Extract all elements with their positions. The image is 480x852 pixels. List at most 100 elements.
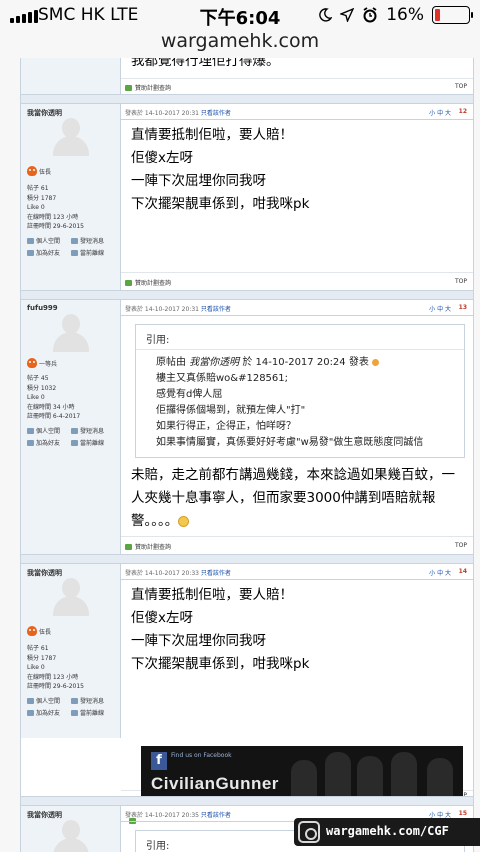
quote-body: 原帖由 我當你透明 於 14-10-2017 20:24 發表 樓主又真係賠wo… [156,355,458,451]
sponsor-link[interactable]: 贊助計劃查詢 [135,542,171,551]
floor-number[interactable]: 13 [459,304,467,311]
offline-status: 當前離線 [71,708,115,717]
envelope-icon [71,237,78,244]
post-line: 下次擺架靚車係到，咁我咪pk [131,196,310,212]
post-12: 我當你透明 伍長 帖子 61 積分 1787 Like 0 在線時間 123 小… [21,104,473,290]
only-author-link[interactable]: 只看該作者 [201,812,231,819]
moon-icon [319,8,333,22]
top-link[interactable]: TOP [455,278,467,285]
stat-registered: 註冊時間 6-4-2017 [27,413,81,421]
profile-link[interactable]: 個人空間 [27,696,71,705]
user-links: 個人空間 發短消息 加為好友 當前離線 [27,696,115,717]
post-sidebar: 我當你透明 伍長 帖子 61 積分 1787 Like 0 在線時間 123 小… [21,564,121,738]
post-line: 一陣下次屈埋你同我呀 [131,173,266,189]
url-bar[interactable]: wargamehk.com [0,30,480,58]
find-us-text: Find us on Facebook [171,752,232,759]
font-size-switch[interactable]: 小 中 大 [429,108,451,117]
post-time: 發表於 14-10-2017 20:33 [125,570,199,577]
avatar[interactable] [53,578,89,618]
post-line: 下次擺架靚車係到，咁我咪pk [131,656,310,672]
quote-author[interactable]: 我當你透明 [189,357,239,368]
stat-online-time: 在線時間 123 小時 [27,213,79,221]
post-meta: 發表於 14-10-2017 20:33 只看該作者 小 中 大 14 [125,568,467,578]
username[interactable]: fufu999 [27,304,58,312]
post-line: 直情要抵制佢啦，要人賠！ [131,587,293,603]
home-icon [27,697,34,704]
floor-number[interactable]: 12 [459,108,467,115]
offline-icon [71,249,78,256]
add-friend-icon [27,709,34,716]
user-rank: 一等兵 [39,360,58,368]
ad-icon [125,543,132,550]
quote-header: 原帖由 我當你透明 於 14-10-2017 20:24 發表 [156,355,458,371]
ad-icon [125,279,132,286]
battery-icon [432,6,473,24]
post-time: 發表於 14-10-2017 20:31 [125,306,199,313]
post-footer: 贊助計劃查詢 TOP [121,276,473,288]
stat-points: 積分 1787 [27,194,57,202]
post-content: 未賠，走之前都冇講過幾錢，本來諗過如果幾百蚊，一人夾幾十息事寧人，但而家要300… [131,464,465,533]
stat-online-time: 在線時間 34 小時 [27,403,75,411]
post-line: 直情要抵制佢啦，要人賠！ [131,127,293,143]
quote-box: 引用: 原帖由 我當你透明 於 14-10-2017 20:24 發表 樓主又真… [135,324,465,458]
rank-icon [27,358,37,368]
font-size-switch[interactable]: 小 中 大 [429,304,451,313]
add-friend-icon [27,249,34,256]
floor-number[interactable]: 15 [459,810,467,817]
offline-icon [71,709,78,716]
only-author-link[interactable]: 只看該作者 [201,110,231,117]
only-author-link[interactable]: 只看該作者 [201,570,231,577]
floor-number[interactable]: 14 [459,568,467,575]
post-sidebar: fufu999 一等兵 帖子 45 積分 1032 Like 0 在線時間 34… [21,300,121,554]
quote-line: 如果事情屬實，真係要好好考慮"w易發"做生意既態度同誠信 [156,437,424,448]
stat-likes: Like 0 [27,204,45,212]
top-link[interactable]: TOP [455,83,467,90]
quote-line: 樓主又真係賠wo&#128561; [156,373,289,384]
profile-link[interactable]: 個人空間 [27,426,71,435]
add-friend-link[interactable]: 加為好友 [27,438,71,447]
message-link[interactable]: 發短消息 [71,696,115,705]
quote-line: 如果行得正，企得正，怕咩呀？ [156,421,296,432]
sponsor-link[interactable]: 贊助計劃查詢 [135,83,171,92]
sweat-smile-icon [178,515,190,527]
font-size-switch[interactable]: 小 中 大 [429,568,451,577]
previous-post: 我都覺得行埋佢打得爆。 贊助計劃查詢 TOP [21,58,473,94]
add-friend-link[interactable]: 加為好友 [27,708,71,717]
post-content: 直情要抵制佢啦，要人賠！ 佢傻x左呀 一陣下次屈埋你同我呀 下次擺架靚車係到，咁… [131,124,467,216]
go-to-post-icon[interactable] [372,358,380,366]
location-arrow-icon [340,8,355,22]
user-rank: 伍長 [39,628,52,636]
add-friend-link[interactable]: 加為好友 [27,248,71,257]
stat-points: 積分 1787 [27,654,57,662]
avatar[interactable] [53,314,89,354]
stat-posts: 帖子 61 [27,185,49,192]
post-line: 一陣下次屈埋你同我呀 [131,633,266,649]
user-rank: 伍長 [39,168,52,176]
avatar[interactable] [53,118,89,158]
post-content: 直情要抵制佢啦，要人賠！ 佢傻x左呀 一陣下次屈埋你同我呀 下次擺架靚車係到，咁… [131,584,467,676]
only-author-link[interactable]: 只看該作者 [201,306,231,313]
avatar[interactable] [53,820,89,852]
status-bar: SMC HK LTE 下午6:04 16% [0,0,480,30]
top-link[interactable]: TOP [455,542,467,549]
offline-icon [71,439,78,446]
post-meta: 發表於 14-10-2017 20:31 只看該作者 小 中 大 13 [125,304,467,314]
profile-link[interactable]: 個人空間 [27,236,71,245]
battery-percent: 16% [386,5,424,25]
quote-line: 感覺有d俾人屈 [156,389,223,400]
message-link[interactable]: 發短消息 [71,236,115,245]
alarm-clock-icon [363,7,377,23]
message-link[interactable]: 發短消息 [71,426,115,435]
post-footer: 贊助計劃查詢 TOP [121,81,473,93]
home-icon [27,237,34,244]
banner-brand: CivilianGunner [151,774,279,793]
post-line: 佢傻x左呀 [131,610,193,626]
sponsor-link[interactable]: 贊助計劃查詢 [135,278,171,287]
post-sidebar: 我當你透明 [21,806,121,852]
post-line: 佢傻x左呀 [131,150,193,166]
rank-icon [27,626,37,636]
signature-banner[interactable]: f Find us on Facebook CivilianGunner [141,746,463,802]
watermark-logo-icon [298,821,320,843]
user-stats: 帖子 45 積分 1032 Like 0 在線時間 34 小時 註冊時間 6-4… [27,374,80,422]
stat-online-time: 在線時間 123 小時 [27,673,79,681]
